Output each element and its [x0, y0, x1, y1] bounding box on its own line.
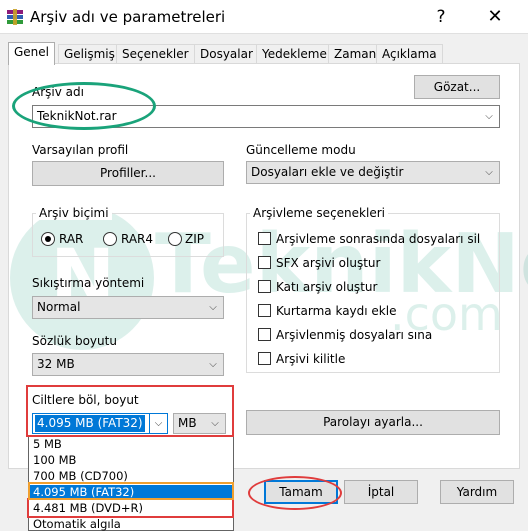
compression-method-label: Sıkıştırma yöntemi — [32, 276, 145, 290]
title-bar: Arşiv adı ve parametreleri ? ✕ — [0, 0, 528, 34]
checkbox-solid-label[interactable]: Katı arşiv oluştur — [276, 280, 377, 294]
tab-genel[interactable]: Genel — [8, 42, 56, 65]
checkbox-delete-after-label[interactable]: Arşivleme sonrasında dosyaları sil — [276, 232, 480, 246]
radio-rar-label[interactable]: RAR — [59, 232, 83, 246]
archive-format-label: Arşiv biçimi — [36, 206, 112, 220]
update-mode-value: Dosyaları ekle ve değiştir — [251, 165, 404, 179]
help-title-button[interactable]: ? — [428, 4, 454, 30]
dropdown-option[interactable]: 700 MB (CD700) — [29, 469, 233, 484]
radio-zip[interactable] — [168, 232, 182, 246]
checkbox-test[interactable] — [258, 328, 271, 341]
archive-name-value: TeknikNot.rar — [37, 109, 117, 123]
ok-button[interactable]: Tamam — [264, 480, 338, 504]
tab-secenekler[interactable]: Seçenekler — [116, 44, 195, 64]
window-title: Arşiv adı ve parametreleri — [30, 8, 226, 26]
split-unit-select[interactable]: MB ⌵ — [173, 413, 226, 434]
dictionary-size-select[interactable]: 32 MB ⌵ — [32, 353, 224, 376]
tab-yedekleme[interactable]: Yedekleme — [256, 44, 333, 64]
checkbox-test-label[interactable]: Arşivlenmiş dosyaları sına — [276, 328, 432, 342]
dropdown-option[interactable]: Otomatik algıla — [29, 517, 233, 531]
compression-method-select[interactable]: Normal ⌵ — [32, 296, 224, 319]
close-button[interactable]: ✕ — [478, 4, 512, 30]
cancel-button[interactable]: İptal — [344, 480, 418, 504]
split-size-value: 4.095 MB (FAT32) — [35, 415, 145, 432]
radio-rar4[interactable] — [103, 232, 117, 246]
help-button[interactable]: Yardım — [440, 480, 514, 504]
split-unit-value: MB — [178, 416, 197, 430]
checkbox-sfx-label[interactable]: SFX arşivi oluştur — [276, 256, 380, 270]
chevron-down-icon[interactable]: ⌵ — [149, 414, 167, 433]
default-profile-label: Varsayılan profil — [32, 143, 129, 157]
tab-gelismis[interactable]: Gelişmiş — [58, 44, 121, 64]
checkbox-solid[interactable] — [258, 280, 271, 293]
dictionary-size-label: Sözlük boyutu — [32, 334, 117, 348]
checkbox-sfx[interactable] — [258, 256, 271, 269]
tab-zaman[interactable]: Zaman — [328, 44, 383, 64]
dropdown-option[interactable]: 100 MB — [29, 453, 233, 468]
browse-button[interactable]: Gözat... — [414, 75, 500, 99]
update-mode-label: Güncelleme modu — [246, 143, 356, 157]
archiving-options-label: Arşivleme seçenekleri — [250, 206, 388, 220]
radio-rar[interactable] — [41, 232, 55, 246]
checkbox-delete-after[interactable] — [258, 232, 271, 245]
checkbox-lock-label[interactable]: Arşivi kilitle — [276, 352, 345, 366]
split-size-dropdown: 5 MB 100 MB 700 MB (CD700) 4.095 MB (FAT… — [28, 435, 234, 531]
chevron-down-icon: ⌵ — [209, 302, 217, 313]
dropdown-option-selected[interactable]: 4.095 MB (FAT32) — [29, 485, 233, 500]
radio-rar4-label[interactable]: RAR4 — [121, 232, 153, 246]
profiles-button[interactable]: Profiller... — [32, 161, 224, 186]
archive-name-label: Arşiv adı — [32, 85, 84, 99]
tab-aciklama[interactable]: Açıklama — [376, 44, 443, 64]
dropdown-option[interactable]: 4.481 MB (DVD+R) — [29, 501, 233, 516]
dropdown-option[interactable]: 5 MB — [29, 437, 233, 452]
split-size-combo[interactable]: 4.095 MB (FAT32) ⌵ — [32, 413, 168, 434]
dictionary-size-value: 32 MB — [37, 357, 75, 371]
checkbox-lock[interactable] — [258, 352, 271, 365]
set-password-button[interactable]: Parolayı ayarla... — [246, 410, 500, 435]
archive-name-combo[interactable]: TeknikNot.rar ⌵ — [32, 105, 500, 128]
compression-method-value: Normal — [37, 300, 81, 314]
chevron-down-icon: ⌵ — [485, 111, 493, 122]
tab-dosyalar[interactable]: Dosyalar — [194, 44, 259, 64]
chevron-down-icon: ⌵ — [485, 167, 493, 178]
split-volumes-label: Ciltlere böl, boyut — [32, 393, 139, 407]
chevron-down-icon: ⌵ — [209, 359, 217, 370]
checkbox-recovery-label[interactable]: Kurtarma kaydı ekle — [276, 304, 396, 318]
chevron-down-icon: ⌵ — [211, 418, 219, 429]
update-mode-select[interactable]: Dosyaları ekle ve değiştir ⌵ — [246, 161, 500, 184]
radio-zip-label[interactable]: ZIP — [185, 232, 204, 246]
winrar-icon — [7, 9, 23, 25]
checkbox-recovery[interactable] — [258, 304, 271, 317]
